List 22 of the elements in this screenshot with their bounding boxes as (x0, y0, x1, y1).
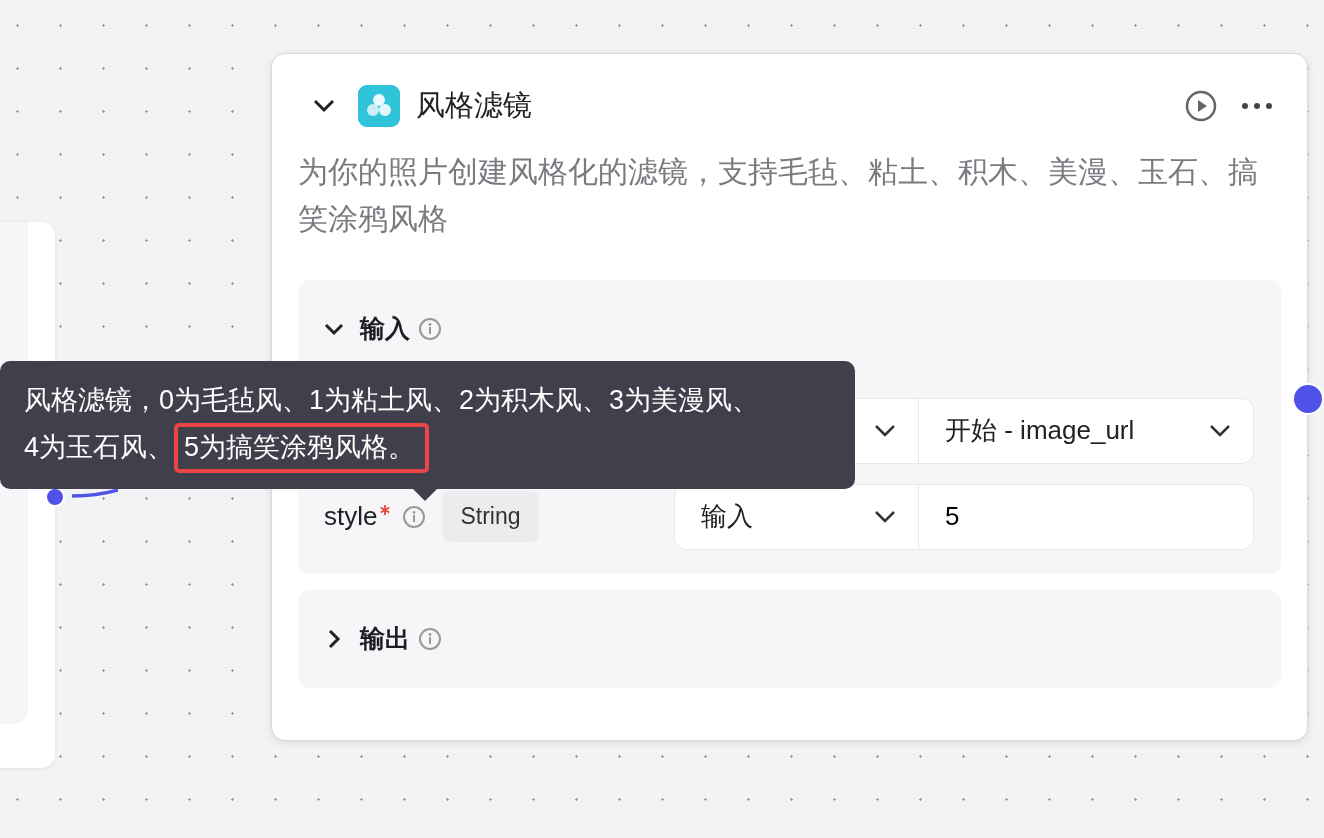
value-field[interactable]: 5 (918, 483, 1254, 550)
tooltip-text: 风格滤镜，0为毛毡风、1为粘土风、2为积木风、3为美漫风、4为玉石风、 5为搞笑涂鸦风格。 (24, 377, 769, 473)
info-icon[interactable] (402, 504, 427, 529)
connector-line (72, 489, 118, 498)
chevron-down-icon[interactable] (312, 98, 336, 114)
connection-port[interactable] (1292, 383, 1324, 415)
chevron-down-icon (1209, 423, 1231, 438)
info-icon[interactable] (418, 316, 442, 341)
type-tag: String (442, 491, 539, 542)
node-title: 风格滤镜 (416, 88, 532, 124)
info-icon[interactable] (418, 626, 442, 651)
source-select[interactable]: 输入 (674, 483, 919, 550)
app-icon (358, 85, 400, 127)
value-select[interactable]: 开始 - image_url (918, 397, 1254, 464)
section-title: 输出 (360, 622, 410, 654)
chevron-down-icon (874, 509, 896, 524)
play-icon[interactable] (1185, 90, 1217, 122)
chevron-down-icon (874, 423, 896, 438)
section-title: 输入 (360, 313, 410, 344)
parameter-name: style (324, 500, 378, 533)
node-description: 为你的照片创建风格化的滤镜，支持毛毡、粘土、积木、美漫、玉石、搞笑涂鸦风格 (298, 154, 1259, 237)
more-icon[interactable] (1241, 102, 1273, 110)
